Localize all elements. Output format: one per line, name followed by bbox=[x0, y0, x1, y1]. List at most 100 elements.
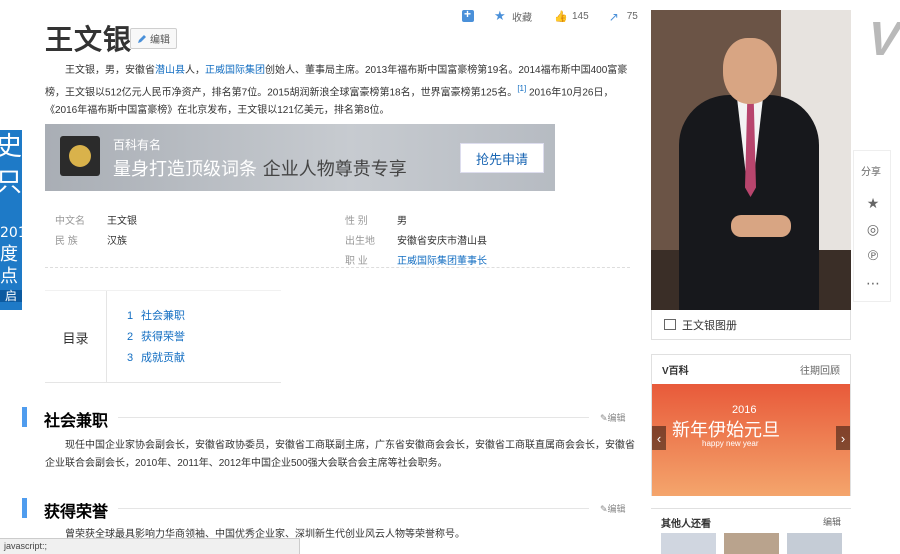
share-sidebar: 分享 ★ ◎ ℗ ⋯ bbox=[853, 150, 891, 302]
photo-hands bbox=[731, 215, 791, 237]
vbaike-more-link[interactable]: 往期回顾 bbox=[800, 362, 840, 377]
vbaike-title: V百科 bbox=[662, 365, 689, 377]
pencil-icon: ✎ bbox=[600, 504, 608, 514]
portrait-photo[interactable] bbox=[651, 10, 851, 310]
toc-number: 2 bbox=[127, 331, 134, 343]
toc-item-label: 成就贡献 bbox=[141, 352, 185, 364]
status-bar: javascript:; bbox=[0, 538, 300, 554]
banner-glyph: 史 bbox=[0, 132, 22, 162]
section-edit-label: 编辑 bbox=[607, 504, 626, 514]
vbaike-header: V百科 往期回顾 bbox=[652, 355, 850, 383]
intro-paragraph: 王文银，男，安徽省潜山县人，正威国际集团创始人、董事局主席。2013年福布斯中国… bbox=[45, 62, 635, 120]
apply-button[interactable]: 抢先申请 bbox=[460, 143, 544, 173]
others-more-link[interactable]: 编辑 bbox=[823, 515, 841, 528]
baike-ad-banner[interactable]: 百科有名 量身打造顶级词条 企业人物尊贵专享 抢先申请 bbox=[45, 124, 555, 191]
vbaike-subtitle: happy new year bbox=[702, 439, 759, 448]
section-title-honors: 获得荣誉 bbox=[44, 498, 119, 522]
edit-label: 编辑 bbox=[150, 35, 170, 46]
info-row: 性 别 男 bbox=[335, 212, 407, 228]
info-key: 职 业 bbox=[345, 256, 368, 267]
star-icon[interactable]: ★ bbox=[865, 195, 881, 211]
section-body-social: 现任中国企业家协会副会长，安徽省政协委员，安徽省工商联副主席，广东省安徽商会会长… bbox=[45, 440, 635, 469]
add-icon[interactable] bbox=[462, 7, 474, 22]
info-value: 安徽省安庆市潜山县 bbox=[397, 236, 487, 247]
section-marker bbox=[22, 407, 27, 427]
toc-item-social[interactable]: 1 社会兼职 bbox=[127, 307, 185, 323]
section-divider bbox=[44, 417, 589, 418]
top-actions: 收藏 145 75 bbox=[462, 7, 638, 24]
others-thumb[interactable] bbox=[724, 533, 779, 554]
toc-item-label: 社会兼职 bbox=[141, 310, 185, 322]
table-of-contents: 目录 1 社会兼职 2 获得荣誉 3 成就贡献 bbox=[45, 290, 281, 383]
ad-headline-dark: 企业人物尊贵专享 bbox=[262, 159, 407, 180]
star-icon[interactable] bbox=[494, 10, 506, 22]
thumbs-up-icon[interactable] bbox=[554, 10, 566, 22]
banner-glyph: 度 bbox=[0, 244, 18, 265]
info-key: 中文名 bbox=[55, 216, 85, 227]
toc-number: 1 bbox=[127, 310, 134, 322]
info-value: 汉族 bbox=[107, 236, 127, 247]
link-qianshan[interactable]: 潜山县 bbox=[155, 65, 185, 76]
weibo-icon[interactable]: ◎ bbox=[865, 221, 881, 237]
like-count: 145 bbox=[572, 10, 589, 22]
info-row: 职 业 正威国际集团董事长 bbox=[335, 252, 487, 268]
intro-text: 人， bbox=[185, 65, 205, 76]
section-divider bbox=[44, 508, 589, 509]
carousel-next-icon[interactable]: › bbox=[836, 426, 850, 450]
photo-album-label: 王文银图册 bbox=[682, 319, 737, 332]
left-promo-banner[interactable]: 史 只 2015 度 点 启 bbox=[0, 130, 22, 310]
vbaike-carousel-image[interactable]: 2016 新年伊始元旦 happy new year ‹ › bbox=[652, 384, 850, 496]
section-edit-button[interactable]: ✎编辑 bbox=[600, 411, 626, 424]
others-title: 其他人还看 bbox=[661, 519, 711, 530]
share-count: 75 bbox=[626, 10, 638, 22]
banner-glyph: 启 bbox=[0, 290, 22, 302]
baike-badge-icon bbox=[60, 136, 100, 176]
toc-item-achievements[interactable]: 3 成就贡献 bbox=[127, 349, 185, 365]
others-thumb[interactable] bbox=[661, 533, 716, 554]
info-value: 男 bbox=[397, 216, 407, 227]
ad-headline: 量身打造顶级词条 企业人物尊贵专享 bbox=[113, 155, 407, 181]
info-key: 性 别 bbox=[345, 216, 368, 227]
others-thumbs bbox=[661, 533, 842, 554]
toc-item-label: 获得荣誉 bbox=[141, 331, 185, 343]
info-value-link[interactable]: 正威国际集团董事长 bbox=[397, 252, 487, 268]
basic-info-table: 中文名 王文银 民 族 汉族 性 别 男 出生地 安徽省安庆市潜山县 职 业 正… bbox=[45, 208, 630, 268]
share-label: 分享 bbox=[861, 167, 881, 178]
share-icon[interactable] bbox=[609, 10, 621, 22]
ad-headline-light: 量身打造顶级词条 bbox=[113, 159, 257, 180]
others-also-viewed: 其他人还看 编辑 bbox=[651, 508, 851, 554]
watermark-glyph: V bbox=[860, 13, 900, 66]
info-row: 民 族 汉族 bbox=[45, 232, 127, 248]
info-value: 王文银 bbox=[107, 216, 137, 227]
section-marker bbox=[22, 498, 27, 518]
toc-label: 目录 bbox=[45, 291, 107, 383]
section-edit-label: 编辑 bbox=[607, 413, 626, 423]
section-title-social: 社会兼职 bbox=[44, 407, 119, 431]
ad-small-text: 百科有名 bbox=[113, 138, 162, 152]
pencil-icon: ✎ bbox=[600, 413, 608, 423]
pencil-icon bbox=[138, 34, 146, 43]
info-key: 民 族 bbox=[55, 236, 78, 247]
photo-head bbox=[723, 38, 777, 104]
others-thumb[interactable] bbox=[787, 533, 842, 554]
banner-year: 2015 bbox=[0, 225, 22, 241]
vbaike-year: 2016 bbox=[732, 404, 757, 416]
edit-button[interactable]: 编辑 bbox=[130, 28, 177, 49]
toc-number: 3 bbox=[127, 352, 134, 364]
carousel-prev-icon[interactable]: ‹ bbox=[652, 426, 666, 450]
section-edit-button[interactable]: ✎编辑 bbox=[600, 502, 626, 515]
page-title: 王文银 bbox=[45, 23, 133, 56]
vbaike-panel: V百科 往期回顾 2016 新年伊始元旦 happy new year ‹ › bbox=[651, 354, 851, 496]
more-icon[interactable]: ⋯ bbox=[865, 275, 881, 291]
reference-marker[interactable]: [1] bbox=[517, 84, 526, 93]
info-row: 出生地 安徽省安庆市潜山县 bbox=[335, 232, 487, 248]
info-row: 中文名 王文银 bbox=[45, 212, 137, 228]
info-key: 出生地 bbox=[345, 236, 375, 247]
album-icon bbox=[664, 319, 676, 330]
toc-item-honors[interactable]: 2 获得荣誉 bbox=[127, 328, 185, 344]
photo-album-link[interactable]: 王文银图册 bbox=[651, 310, 851, 340]
qzone-icon[interactable]: ℗ bbox=[865, 247, 881, 263]
banner-glyph: 只 bbox=[0, 168, 22, 198]
link-zhengwei[interactable]: 正威国际集团 bbox=[205, 65, 265, 76]
collect-label[interactable]: 收藏 bbox=[512, 9, 532, 24]
